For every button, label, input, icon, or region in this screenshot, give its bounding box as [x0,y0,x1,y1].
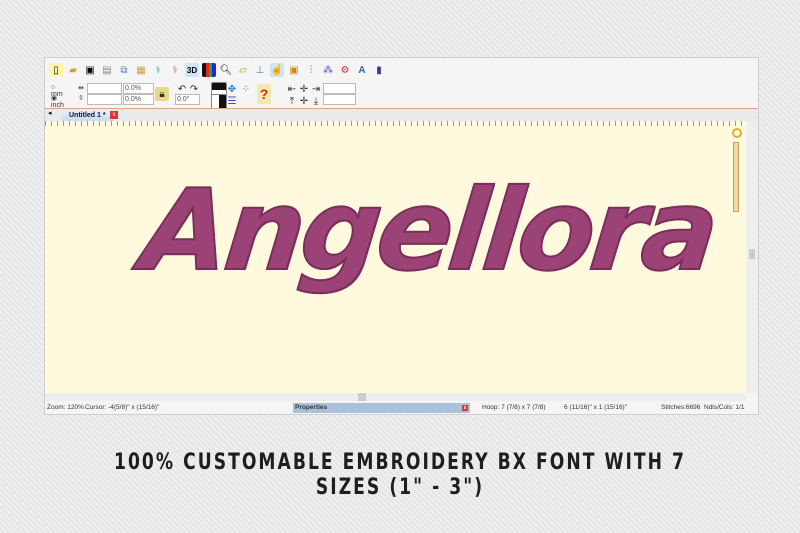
copy-icon[interactable]: ⧉ [117,63,131,77]
height-input[interactable] [87,94,122,105]
pan-compass-icon[interactable] [732,128,742,138]
properties-close-button[interactable]: x [462,405,468,411]
align-icon[interactable]: ☰ [225,94,239,108]
design-canvas[interactable]: Angellora [45,126,746,393]
measure-icon[interactable]: ▱ [236,63,250,77]
export-icon[interactable]: ▮ [372,63,386,77]
properties-panel-header[interactable]: Properties x [293,403,470,413]
scale-y-input[interactable]: 0.0% [123,94,154,105]
paste-icon[interactable]: ▦ [134,63,148,77]
zoom-status: Zoom: 120% [47,404,84,411]
align-input-2[interactable] [323,94,356,105]
zoom-icon[interactable]: 🔍︎ [219,63,233,77]
redo-stitch-icon[interactable]: ⚕ [168,63,182,77]
lock-icon[interactable]: 🔒︎ [155,87,169,101]
design-size-status: 6 (11/16)" x 1 (15/16)" [564,404,628,411]
promo-caption: 100% CUSTOMABLE EMBROIDERY BX FONT WITH … [113,450,687,500]
height-arrow-icon: ⇳ [78,95,84,102]
open-icon[interactable]: ▰ [66,63,80,77]
stitches-status: Stitches:6696 [661,404,701,411]
main-toolbar: ▯ ▰ ▣ ▤ ⧉ ▦ ⚕ ⚕ 3D 🔍︎ ▱ ⊥ ☝ ▣ ⫶ ⁂ ⚙ A ▮ [49,60,386,80]
width-input[interactable] [87,83,122,94]
tab-bar: ◂ Untitled 1 * x [45,109,758,121]
scale-x-input[interactable]: 0.0% [123,83,154,94]
tab-close-button[interactable]: x [110,111,118,119]
frame-icon[interactable]: ▣ [287,63,301,77]
print-icon[interactable]: ▤ [100,63,114,77]
thread-icon[interactable]: ⫶ [304,63,318,77]
properties-label: Properties [295,404,328,411]
status-bar: Zoom: 120% Cursor: -4(5/8)" x (15/16)" P… [45,402,758,413]
stitch-icon[interactable]: ⚕ [151,63,165,77]
3d-icon[interactable]: 3D [185,63,199,77]
hoop-status: Hoop: 7 (7/8) x 7 (7/8) [482,404,546,411]
help-icon[interactable]: ? [257,84,271,104]
unit-inch-radio[interactable]: ◉ inch [51,94,64,109]
tab-scroll-left-icon[interactable]: ◂ [48,109,52,117]
needles-status: Ndls/Cols: 1/1 [704,404,745,411]
vertical-scrollbar[interactable] [746,121,758,393]
color-icon[interactable] [202,63,216,77]
cursor-status: Cursor: -4(5/8)" x (15/16)" [85,404,160,411]
align-bottom-icon[interactable]: ⤓ [309,94,323,108]
new-icon[interactable]: ▯ [49,63,63,77]
hand-icon[interactable]: ☝ [270,63,284,77]
align-input-1[interactable] [323,83,356,94]
distribute-icon[interactable]: ⁘ [239,82,253,96]
embroidery-design-text[interactable]: Angellora [135,165,722,297]
width-arrow-icon: ⇹ [78,85,84,92]
horizontal-scrollbar[interactable] [45,393,746,401]
tab-untitled-1[interactable]: Untitled 1 * [61,110,114,121]
save-icon[interactable]: ▣ [83,63,97,77]
settings-icon[interactable]: ⚙ [338,63,352,77]
text-icon[interactable]: A [355,63,369,77]
embroidery-app-window: ▯ ▰ ▣ ▤ ⧉ ▦ ⚕ ⚕ 3D 🔍︎ ▱ ⊥ ☝ ▣ ⫶ ⁂ ⚙ A ▮ … [44,57,759,415]
rotation-input[interactable]: 0.0° [175,94,200,105]
pattern-icon[interactable]: ⁂ [321,63,335,77]
zoom-slider[interactable] [733,142,739,212]
hoop-icon[interactable]: ⊥ [253,63,267,77]
